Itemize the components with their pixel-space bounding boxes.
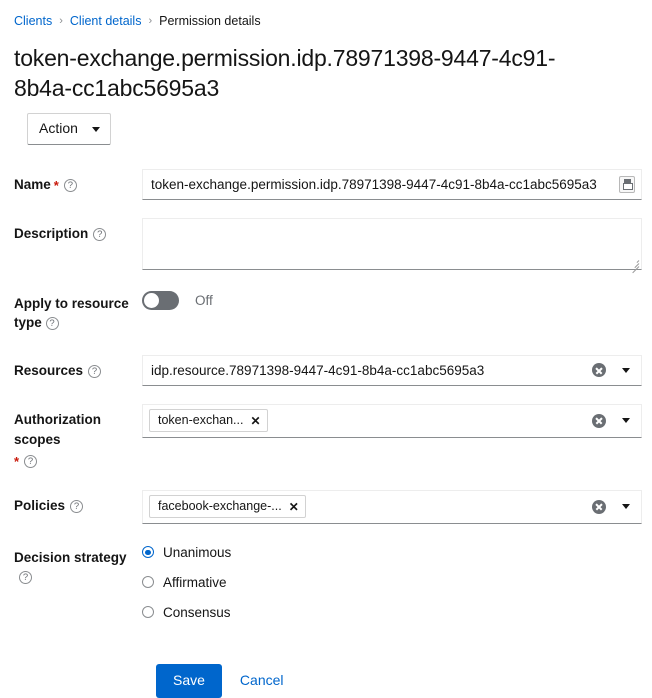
radio-label: Consensus xyxy=(163,604,231,620)
breadcrumb-item-permission-details: Permission details xyxy=(159,14,261,28)
chip[interactable]: facebook-exchange-... ✕ xyxy=(149,495,306,519)
authorization-scopes-control: token-exchan... ✕ xyxy=(142,403,642,438)
permission-details-form: Name*? Description? Apply to resource ty… xyxy=(0,168,652,698)
radio-label: Affirmative xyxy=(163,574,227,590)
policies-label: Policies? xyxy=(14,490,142,516)
radio-option-unanimous[interactable]: Unanimous xyxy=(142,545,642,560)
required-asterisk: * xyxy=(14,454,20,470)
name-label: Name *? xyxy=(14,169,142,196)
form-row-authorization-scopes: Authorization scopes *? token-exchan... … xyxy=(14,403,642,472)
description-label-text: Description xyxy=(14,225,89,241)
policies-label-text: Policies xyxy=(14,497,66,513)
name-input-wrapper xyxy=(142,168,642,200)
chip[interactable]: token-exchan... ✕ xyxy=(149,409,268,433)
name-control xyxy=(142,168,642,200)
help-icon[interactable]: ? xyxy=(93,227,107,241)
toggle-knob xyxy=(144,292,159,308)
save-button[interactable]: Save xyxy=(156,663,222,698)
times-circle-icon[interactable] xyxy=(592,363,606,378)
apply-to-resource-type-toggle[interactable] xyxy=(142,290,179,310)
page-title: token-exchange.permission.idp.78971398-9… xyxy=(14,44,556,101)
action-dropdown-button[interactable]: Action xyxy=(27,113,111,145)
caret-down-icon[interactable] xyxy=(615,408,637,434)
caret-down-icon[interactable] xyxy=(615,494,637,520)
form-row-resources: Resources? idp.resource.78971398-9447-4c… xyxy=(14,354,642,386)
chip-label: facebook-exchange-... xyxy=(158,499,282,514)
times-circle-icon[interactable] xyxy=(592,499,606,514)
password-manager-icon[interactable] xyxy=(619,175,635,193)
form-row-name: Name *? xyxy=(14,168,642,200)
form-row-description: Description? xyxy=(14,217,642,274)
action-dropdown-label: Action xyxy=(39,120,78,137)
authorization-scopes-label: Authorization scopes *? xyxy=(14,404,142,472)
radio-indicator[interactable] xyxy=(142,576,154,589)
help-icon[interactable]: ? xyxy=(19,571,32,585)
name-input[interactable] xyxy=(143,169,619,199)
policies-select[interactable]: facebook-exchange-... ✕ xyxy=(142,489,642,524)
chip-remove-icon[interactable]: ✕ xyxy=(250,415,260,427)
breadcrumb-separator-icon: › xyxy=(59,14,63,27)
help-icon[interactable]: ? xyxy=(45,317,59,331)
form-row-decision-strategy: Decision strategy? Unanimous Affirmative… xyxy=(14,542,642,620)
chip-label: token-exchan... xyxy=(158,413,244,428)
action-dropdown-wrapper: Action xyxy=(27,113,652,145)
resources-selected-value: idp.resource.78971398-9447-4c91-8b4a-cc1… xyxy=(151,362,485,378)
authorization-scopes-select[interactable]: token-exchan... ✕ xyxy=(142,403,642,438)
radio-option-consensus[interactable]: Consensus xyxy=(142,605,642,620)
chip-remove-icon[interactable]: ✕ xyxy=(289,501,299,513)
caret-down-icon xyxy=(91,126,100,132)
form-actions: Save Cancel xyxy=(156,663,642,698)
radio-indicator[interactable] xyxy=(142,606,154,619)
apply-to-resource-type-control: Off xyxy=(142,288,642,310)
decision-strategy-control: Unanimous Affirmative Consensus xyxy=(142,542,642,620)
policies-chip-area: facebook-exchange-... ✕ xyxy=(149,495,588,519)
cancel-button[interactable]: Cancel xyxy=(228,664,296,698)
description-label: Description? xyxy=(14,218,142,244)
policies-control: facebook-exchange-... ✕ xyxy=(142,489,642,524)
breadcrumb: Clients › Client details › Permission de… xyxy=(0,0,652,28)
breadcrumb-item-clients[interactable]: Clients xyxy=(14,15,52,28)
form-row-policies: Policies? facebook-exchange-... ✕ xyxy=(14,489,642,524)
breadcrumb-item-client-details[interactable]: Client details xyxy=(70,15,142,28)
decision-strategy-label-text: Decision strategy xyxy=(14,549,127,565)
name-label-text: Name xyxy=(14,176,51,192)
radio-option-affirmative[interactable]: Affirmative xyxy=(142,575,642,590)
resources-label-text: Resources xyxy=(14,362,84,378)
description-textarea-wrapper xyxy=(142,217,642,274)
caret-down-icon[interactable] xyxy=(615,357,637,383)
authorization-scopes-label-text: Authorization scopes xyxy=(14,411,101,447)
help-icon[interactable]: ? xyxy=(24,455,38,469)
apply-to-resource-type-label: Apply to resource type ? xyxy=(14,288,142,333)
help-icon[interactable]: ? xyxy=(88,364,102,378)
decision-strategy-label: Decision strategy? xyxy=(14,542,142,587)
description-textarea[interactable] xyxy=(143,218,641,269)
required-asterisk: * xyxy=(53,177,59,193)
authorization-scopes-chip-area: token-exchan... ✕ xyxy=(149,409,588,433)
radio-indicator[interactable] xyxy=(142,546,154,559)
radio-label: Unanimous xyxy=(163,544,232,560)
times-circle-icon[interactable] xyxy=(592,413,606,428)
form-row-apply-to-resource-type: Apply to resource type ? Off xyxy=(14,288,642,333)
decision-strategy-radio-group: Unanimous Affirmative Consensus xyxy=(142,542,642,620)
resources-select[interactable]: idp.resource.78971398-9447-4c91-8b4a-cc1… xyxy=(142,354,642,386)
breadcrumb-separator-icon: › xyxy=(148,14,153,27)
toggle-state-label: Off xyxy=(195,292,213,308)
help-icon[interactable]: ? xyxy=(70,499,84,513)
resources-control: idp.resource.78971398-9447-4c91-8b4a-cc1… xyxy=(142,354,642,386)
apply-to-resource-type-label-text: Apply to resource type xyxy=(14,295,129,331)
description-control xyxy=(142,217,642,274)
help-icon[interactable]: ? xyxy=(63,178,77,192)
resources-label: Resources? xyxy=(14,355,142,381)
apply-to-resource-type-switch-row: Off xyxy=(142,288,642,310)
